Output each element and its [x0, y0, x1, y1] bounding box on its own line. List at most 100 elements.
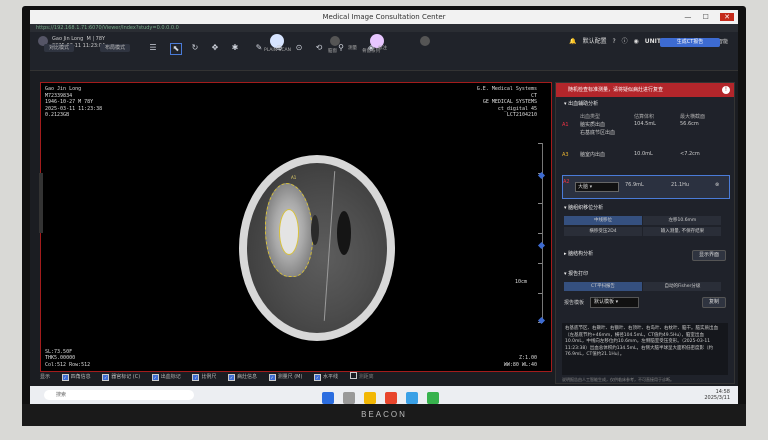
row-tag: A1 [562, 122, 569, 128]
show-interface-button[interactable]: 显示界面 [691, 250, 726, 261]
table-row-selected[interactable]: A2 大脑 ▾ 76.9mL 21.1Hu ⊗ [562, 175, 730, 199]
section-shift[interactable]: ▾ 脑组织移位分析 [556, 203, 734, 213]
ruler-tick [538, 293, 542, 294]
check-corner-info[interactable]: ✓ 四角信息 [61, 372, 91, 382]
tab-compare[interactable]: 对比模式 [44, 44, 75, 52]
grid-cell[interactable]: 左移10.6mm [643, 216, 722, 225]
windows-start-icon[interactable] [322, 392, 334, 404]
check-lesion-info[interactable]: ✓ 病灶信息 [228, 372, 257, 382]
checkbox-icon[interactable] [349, 372, 357, 379]
checkbox-icon[interactable]: ✓ [102, 374, 110, 381]
alert-banner: 随机检查标准测量，请将疑似病灶进行复查 ! [556, 83, 734, 97]
viewer-scrollbar[interactable] [39, 173, 43, 233]
folder-icon[interactable] [364, 392, 377, 404]
check-label: 病灶信息 [237, 374, 258, 380]
close-button[interactable]: ✕ [720, 13, 734, 21]
alert-text: 随机检查标准测量，请将疑似病灶进行复查 [568, 87, 664, 93]
pointer-icon[interactable]: ⬉ [170, 43, 182, 55]
ventricle-left [311, 215, 319, 245]
clock-date: 2025/3/11 [704, 395, 730, 401]
screen: Medical Image Consultation Center — ☐ ✕ … [30, 10, 738, 404]
bell-icon[interactable]: 🔔 [569, 38, 576, 45]
generate-report-button[interactable]: 生成CT报告 [660, 38, 720, 47]
rotate-icon[interactable]: ↻ [190, 43, 200, 53]
checkbox-icon[interactable]: ✓ [192, 374, 200, 381]
window-icon[interactable]: ◈ [366, 43, 376, 53]
browser-icon[interactable] [385, 392, 398, 404]
edge-icon[interactable] [406, 392, 419, 404]
check-organ-mark[interactable]: ✓ 器官标记 (C) [102, 372, 140, 382]
search-input[interactable]: 搜索 [44, 390, 194, 400]
settings-icon[interactable]: ✱ [230, 43, 240, 53]
close-icon[interactable]: ⊗ [715, 182, 719, 188]
help-icon[interactable]: ? [613, 38, 616, 45]
maximize-button[interactable]: ☐ [703, 13, 709, 21]
address-url[interactable]: https://192.168.1.71:6070/Viewer/Index?s… [36, 24, 179, 32]
overlay-bottom-left: SL:73.50F THK5.00000 Col:512 Row:512 [45, 348, 91, 368]
minimize-button[interactable]: — [684, 13, 691, 21]
image-viewport[interactable]: Gao Jin Long M72339834 1946-10-27 M 78Y … [39, 82, 552, 372]
tool-label-measure[interactable]: 测量 [348, 45, 357, 51]
tab-layout[interactable]: 布局模式 [100, 44, 131, 52]
check-distance[interactable]: 测距离 [349, 372, 374, 382]
reset-icon[interactable]: ⟲ [314, 43, 324, 53]
ruler-handle[interactable] [537, 241, 546, 250]
checkbox-icon[interactable]: ✓ [228, 374, 236, 381]
section-hemorrhage[interactable]: ▾ 出血辅助分析 [556, 99, 734, 109]
grid-cell[interactable]: CT平扫报告 [564, 282, 642, 291]
analysis-panel: 随机检查标准测量，请将疑似病灶进行复查 ! ▾ 出血辅助分析 出血类型 估算体积… [555, 82, 735, 384]
section-title-text: 脑结构分析 [568, 251, 594, 257]
check-label: 水平线 [323, 374, 339, 380]
scale-ruler[interactable] [537, 143, 546, 325]
row-hu: 21.1Hu [671, 182, 690, 188]
taskbar-apps [320, 389, 441, 404]
pen-icon[interactable]: ✎ [254, 43, 264, 53]
checkbox-icon[interactable]: ✓ [61, 374, 69, 381]
info-icon[interactable]: ⓘ [622, 38, 628, 45]
check-ruler[interactable]: ✓ 测量尺 (M) [268, 372, 302, 382]
section-report[interactable]: ▾ 报告打印 [556, 269, 734, 279]
task-view-icon[interactable] [343, 392, 356, 404]
table-row[interactable]: A1 脑实质出血 104.5mL 56.6cm 右基底节区出血 [562, 119, 728, 141]
row-subtype: 右基底节区出血 [580, 130, 616, 136]
compare-icon[interactable]: ⚲ [336, 43, 346, 53]
alert-icon[interactable]: ! [722, 86, 730, 94]
checkbox-icon[interactable]: ✓ [314, 374, 322, 381]
tool-label-annotate[interactable]: 标注 [378, 45, 387, 51]
zoom-icon[interactable]: ⊙ [294, 43, 304, 53]
ruler-tick [538, 263, 542, 264]
grid-cell[interactable]: 中线移位 [564, 216, 642, 225]
grid-cell[interactable]: 横移受压2D4 [564, 227, 642, 236]
template-select[interactable]: 默认模板 ▾ [590, 297, 639, 308]
ruler-tick [538, 143, 542, 144]
user-icon[interactable]: ◉ [634, 38, 639, 45]
row-type: 脑室内出血 [580, 152, 606, 158]
series-thumb-4[interactable] [420, 36, 430, 46]
notif-label[interactable]: 默认配置 [583, 38, 607, 45]
section-title: ▾ 脑组织移位分析 [564, 205, 604, 211]
report-grid: CT平扫报告 自动的Fisher分级 [564, 281, 726, 292]
table-row[interactable]: A3 脑室内出血 10.0mL <7.2cm [562, 149, 728, 171]
address-bar[interactable]: https://192.168.1.71:6070/Viewer/Index?s… [30, 24, 738, 32]
grid-cell[interactable]: 自动的Fisher分级 [643, 282, 722, 291]
pan-icon[interactable]: ✥ [210, 43, 220, 53]
check-bleed-mark[interactable]: ✓ 出血标记 [151, 372, 181, 382]
system-clock[interactable]: 14:58 2025/3/11 [704, 389, 730, 401]
report-text[interactable]: 右基底节区、右颞叶、右额叶、右顶叶、右岛叶、右枕叶、脑干。脑实质出血（左基底节约… [562, 323, 728, 375]
measure-icon[interactable]: ⊕ [274, 43, 284, 53]
check-label: 测距离 [358, 374, 374, 380]
app-icon[interactable] [427, 392, 440, 404]
grid-cell[interactable]: 输入测量, 不保存结果 [643, 227, 722, 236]
region-select[interactable]: 大脑 ▾ [575, 182, 619, 192]
row-type: 脑实质出血 [580, 122, 606, 128]
check-horizontal[interactable]: ✓ 水平线 [314, 372, 338, 382]
checkbox-icon[interactable]: ✓ [268, 374, 276, 381]
row-size: <7.2cm [680, 151, 700, 157]
ruler-tick [538, 203, 542, 204]
shift-grid: 中线移位 左移10.6mm 横移受压2D4 输入测量, 不保存结果 [564, 215, 726, 237]
checkbox-icon[interactable]: ✓ [151, 374, 159, 381]
copy-button[interactable]: 复制 [701, 297, 726, 308]
check-scale[interactable]: ✓ 比例尺 [192, 372, 216, 382]
ruler-handle[interactable] [537, 171, 546, 180]
list-icon[interactable]: ☰ [148, 43, 158, 53]
